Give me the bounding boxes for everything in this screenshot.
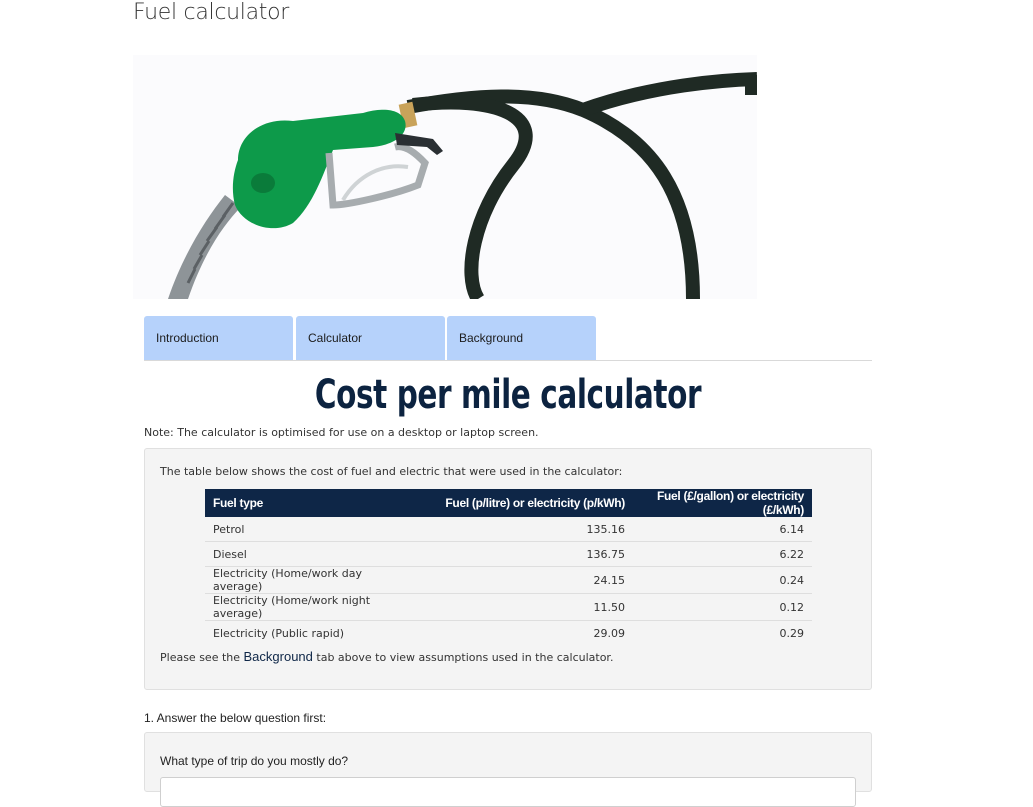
price-litre-cell: 29.09 bbox=[593, 626, 626, 640]
price-litre-cell: 24.15 bbox=[417, 566, 633, 594]
fuel-type-cell: Electricity (Public rapid) bbox=[213, 626, 345, 640]
col-price-gallon: Fuel (£/gallon) or electricity (£/kWh) bbox=[633, 489, 812, 517]
fuel-type-cell: Electricity (Home/work night average) bbox=[205, 593, 417, 621]
footer-text-after: tab above to view assumptions used in th… bbox=[312, 651, 614, 664]
table-row: Electricity (Home/work night average) 11… bbox=[205, 593, 812, 621]
background-link[interactable]: Background bbox=[244, 649, 313, 664]
panel-footer-text: Please see the Background tab above to v… bbox=[160, 649, 613, 664]
step-instruction: 1. Answer the below question first: bbox=[144, 711, 327, 725]
tab-introduction[interactable]: Introduction bbox=[144, 316, 293, 360]
table-row: Petrol 135.16 6.14 bbox=[205, 517, 812, 542]
table-row: Electricity (Home/work day average) 24.1… bbox=[205, 566, 812, 594]
fuel-type-cell: Petrol bbox=[205, 517, 417, 542]
fuel-type-cell: Diesel bbox=[205, 541, 417, 567]
price-gallon-cell: 6.22 bbox=[633, 541, 812, 567]
tab-calculator[interactable]: Calculator bbox=[296, 316, 445, 360]
fuel-cost-table: Fuel type Fuel (p/litre) or electricity … bbox=[205, 489, 812, 645]
question-panel: What type of trip do you mostly do? bbox=[144, 732, 872, 807]
price-litre-cell: 11.50 bbox=[417, 593, 633, 621]
price-gallon-cell: 6.14 bbox=[633, 517, 812, 542]
footer-text-before: Please see the bbox=[160, 651, 244, 664]
table-row: Diesel 136.75 6.22 bbox=[205, 541, 812, 567]
tab-bar: Introduction Calculator Background bbox=[144, 316, 872, 361]
price-litre-cell: 135.16 bbox=[417, 517, 633, 542]
page-title: Fuel calculator bbox=[133, 0, 289, 25]
fuel-type-cell: Electricity (Home/work day average) bbox=[205, 566, 417, 594]
col-fuel-type: Fuel type bbox=[205, 489, 417, 517]
table-row: Electricity (Public rapid) 29.09 0.29 bbox=[205, 621, 812, 646]
tab-background[interactable]: Background bbox=[447, 316, 596, 360]
question-label: What type of trip do you mostly do? bbox=[160, 754, 349, 768]
price-gallon-cell: 0.29 bbox=[779, 626, 805, 640]
col-price-litre: Fuel (p/litre) or electricity (p/kWh) bbox=[417, 489, 633, 517]
price-gallon-cell: 0.12 bbox=[633, 593, 812, 621]
panel-intro-text: The table below shows the cost of fuel a… bbox=[160, 465, 623, 478]
table-header-row: Fuel type Fuel (p/litre) or electricity … bbox=[205, 489, 812, 517]
price-litre-cell: 136.75 bbox=[417, 541, 633, 567]
price-gallon-cell: 0.24 bbox=[633, 566, 812, 594]
fuel-cost-panel: The table below shows the cost of fuel a… bbox=[144, 448, 872, 690]
note-text: Note: The calculator is optimised for us… bbox=[144, 426, 539, 439]
main-heading: Cost per mile calculator bbox=[314, 372, 702, 418]
trip-type-select[interactable] bbox=[160, 777, 856, 807]
fuel-pump-nozzle-image bbox=[133, 55, 757, 299]
